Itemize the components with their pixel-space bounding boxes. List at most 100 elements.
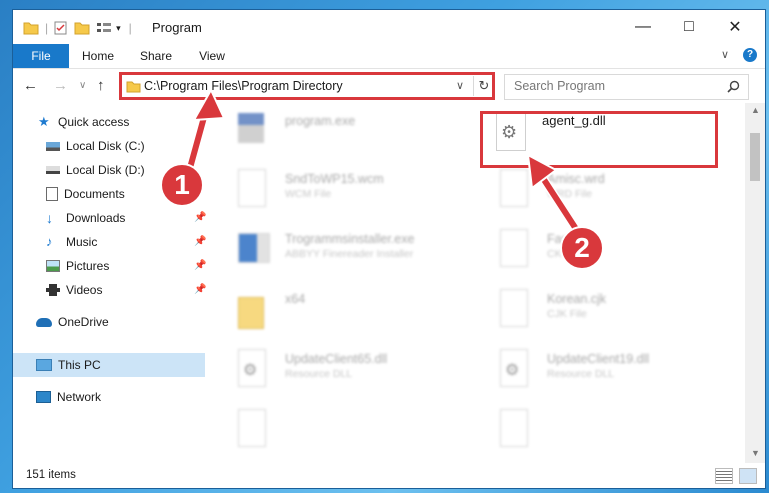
file-item[interactable]: SndToWP15.wcm WCM File [218, 163, 458, 213]
star-icon: ★ [38, 114, 50, 129]
close-button[interactable]: ✕ [717, 15, 753, 39]
up-icon[interactable]: ↑ [97, 77, 105, 94]
target-file-highlight [480, 111, 718, 168]
nav-item-downloads[interactable]: ↓ Downloads 📌 [13, 206, 208, 230]
tab-home[interactable]: Home [73, 44, 123, 68]
pin-icon[interactable]: 📌 [194, 260, 206, 271]
maximize-button[interactable]: □ [671, 15, 707, 39]
search-box[interactable]: Search Program [504, 74, 749, 100]
file-name: Korean.cjk [547, 292, 607, 306]
network-icon [36, 391, 51, 403]
nav-item-onedrive[interactable]: OneDrive [13, 310, 208, 334]
tab-view[interactable]: View [189, 44, 235, 68]
address-row: ← → ∨ ↑ C:\Program Files\Program Directo… [13, 69, 765, 103]
scroll-down-icon[interactable]: ▼ [751, 448, 760, 458]
music-icon: ♪ [46, 234, 53, 249]
nav-item-label: Pictures [66, 259, 110, 273]
window-title: Program [152, 20, 202, 35]
details-view-icon[interactable] [715, 468, 733, 484]
file-item[interactable]: ⚙ UpdateClient19.dll Resource DLL [480, 343, 720, 393]
file-name: Trogrammsinstaller.exe [285, 232, 415, 246]
file-name: SndToWP15.wcm [285, 172, 384, 186]
folder-icon [238, 297, 264, 329]
minimize-button[interactable]: — [625, 15, 661, 39]
item-count: 151 items [26, 469, 76, 481]
step-badge-2: 2 [560, 226, 604, 270]
address-bar-highlight [119, 72, 495, 100]
tab-file[interactable]: File [13, 44, 69, 68]
scroll-thumb[interactable] [750, 133, 760, 181]
forward-icon[interactable]: → [53, 77, 68, 94]
document-icon [500, 289, 528, 327]
separator: | [128, 21, 132, 35]
file-item[interactable]: Korean.cjk CJK File [480, 283, 720, 333]
nav-item-quick-access[interactable]: ★ Quick access [13, 110, 208, 134]
document-icon [500, 169, 528, 207]
file-type: ABBYY Finereader Installer [285, 248, 414, 260]
nav-item-label: Local Disk (D:) [66, 163, 145, 177]
nav-item-label: Documents [64, 187, 125, 201]
ribbon-tabs: File Home Share View ∨ ? [13, 44, 765, 69]
nav-item-label: Music [66, 235, 98, 249]
tab-share[interactable]: Share [131, 44, 181, 68]
file-type: Resource DLL [285, 368, 353, 380]
file-name: UpdateClient65.dll [285, 352, 388, 366]
file-type: WCM File [285, 188, 332, 200]
pin-icon[interactable]: 📌 [194, 284, 206, 295]
nav-item-label: Local Disk (C:) [66, 139, 145, 153]
scroll-up-icon[interactable]: ▲ [751, 105, 760, 115]
documents-icon [46, 187, 58, 201]
expand-ribbon-icon[interactable]: ∨ [721, 48, 729, 61]
large-icons-view-icon[interactable] [739, 468, 757, 484]
installer-icon [238, 233, 270, 263]
pin-icon[interactable]: 📌 [194, 236, 206, 247]
nav-item-local-disk-c[interactable]: Local Disk (C:) [13, 134, 208, 158]
exe-icon [238, 113, 264, 143]
nav-item-network[interactable]: Network [13, 385, 208, 409]
drive-icon [46, 166, 60, 174]
file-name: x64 [285, 292, 306, 306]
nav-item-label: Videos [66, 283, 103, 297]
view-options-icon[interactable] [96, 21, 112, 35]
vertical-scrollbar[interactable]: ▲ ▼ [745, 103, 765, 463]
customize-toolbar-icon[interactable]: ▾ [116, 23, 121, 34]
file-item[interactable]: ⚙ UpdateClient65.dll Resource DLL [218, 343, 458, 393]
nav-item-label: Downloads [66, 211, 126, 225]
properties-icon[interactable] [54, 21, 68, 35]
nav-item-videos[interactable]: Videos 📌 [13, 278, 208, 302]
file-name: UpdateClient19.dll [547, 352, 650, 366]
document-icon [500, 409, 528, 447]
help-icon[interactable]: ? [743, 48, 757, 62]
file-item[interactable]: program.exe [218, 103, 458, 153]
nav-item-music[interactable]: ♪ Music 📌 [13, 230, 208, 254]
folder-icon[interactable] [23, 21, 39, 35]
new-folder-icon[interactable] [74, 21, 90, 35]
document-icon [238, 409, 266, 447]
recent-locations-icon[interactable]: ∨ [79, 80, 86, 91]
search-icon[interactable] [727, 80, 740, 93]
dll-gear-icon: ⚙ [500, 349, 528, 387]
file-type: WRD File [547, 188, 592, 200]
pin-icon[interactable]: 📌 [194, 212, 206, 223]
separator: | [45, 21, 49, 35]
file-type: CJK File [547, 308, 587, 320]
file-item[interactable]: x64 [218, 283, 458, 333]
file-name: program.exe [285, 114, 356, 128]
file-item[interactable] [218, 403, 458, 447]
cloud-icon [36, 317, 52, 327]
videos-icon [46, 284, 60, 296]
title-bar: | ▾ | Program — □ ✕ [13, 10, 765, 44]
nav-item-this-pc[interactable]: This PC [13, 353, 205, 377]
file-item[interactable] [480, 403, 720, 447]
file-item[interactable]: Amisc.wrd WRD File [480, 163, 720, 213]
computer-icon [36, 359, 52, 371]
back-icon[interactable]: ← [23, 77, 38, 94]
explorer-window: | ▾ | Program — □ ✕ File Home Share View… [13, 10, 765, 488]
nav-item-label: Network [57, 390, 102, 404]
document-icon [500, 229, 528, 267]
file-item[interactable]: Trogrammsinstaller.exe ABBYY Finereader … [218, 223, 458, 273]
dll-gear-icon: ⚙ [238, 349, 266, 387]
file-type: Resource DLL [547, 368, 615, 380]
nav-item-pictures[interactable]: Pictures 📌 [13, 254, 208, 278]
search-input[interactable]: Search Program [514, 79, 605, 93]
